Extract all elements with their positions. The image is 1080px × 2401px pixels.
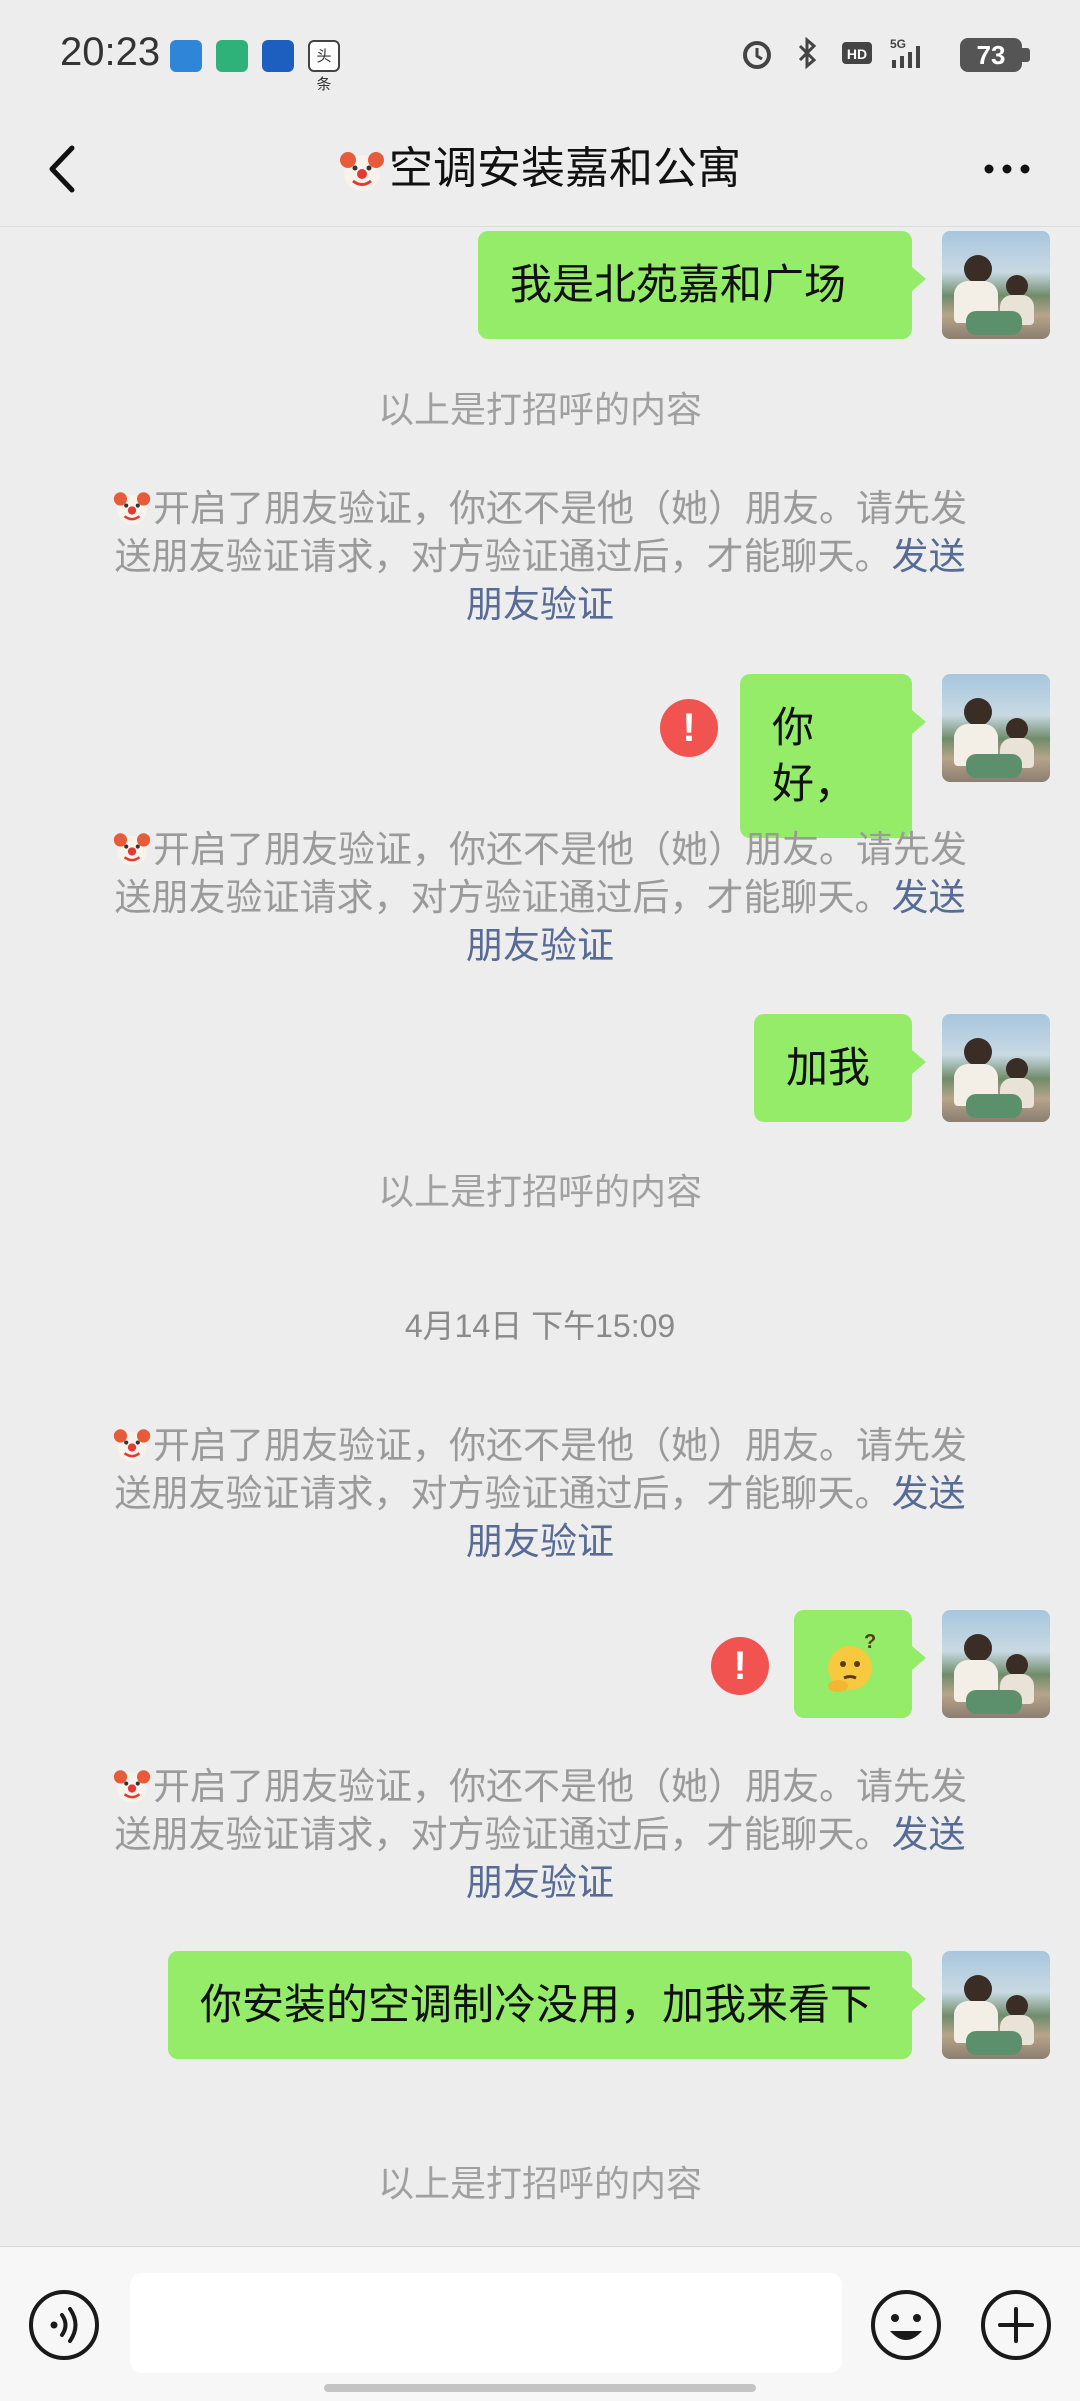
status-time: 20:23 [60,30,161,74]
svg-text:5G: 5G [890,37,906,51]
system-message-text: 开启了朋友验证，你还不是他（她）朋友。请先发送朋友验证请求，对方验证通过后，才能… [114,487,968,578]
system-message-text: 开启了朋友验证，你还不是他（她）朋友。请先发送朋友验证请求，对方验证通过后，才能… [114,1424,968,1515]
clown-face-icon [113,1770,151,1803]
alarm-icon [743,41,771,69]
clown-face-icon [113,1429,151,1462]
status-app-icons: 头条 [170,40,340,93]
chat-header: 空调安装嘉和公寓 [0,110,1080,227]
home-indicator[interactable] [324,2384,756,2392]
clown-face-icon [340,152,384,191]
message-bubble[interactable]: 我是北苑嘉和广场 [478,231,926,339]
hd-icon: HD [842,42,872,64]
system-message-text: 开启了朋友验证，你还不是他（她）朋友。请先发送朋友验证请求，对方验证通过后，才能… [114,828,968,919]
status-bar: 20:23 头条 HD 5G 73 [0,0,1080,110]
plus-icon[interactable] [978,2287,1054,2363]
greeting-note: 以上是打招呼的内容 [377,390,702,431]
send-failed-icon[interactable]: ! [711,1637,769,1695]
emoji-icon[interactable] [868,2287,944,2363]
more-dots-icon[interactable] [972,134,1042,204]
app-notification-icon [170,40,202,72]
avatar[interactable] [942,231,1050,339]
thinking-face-sticker: ? [828,1631,876,1692]
chat-messages[interactable]: 我是北苑嘉和广场 以上是打招呼的内容 开启了朋友验证，你还不是他（她）朋友。请先… [0,227,1080,2245]
toutiao-app-icon: 头条 [308,40,340,93]
message-timestamp: 4月14日 下午15:09 [404,1308,676,1344]
svg-text:HD: HD [847,46,867,62]
input-bar [0,2246,1080,2401]
battery-indicator: 73 [960,38,1022,72]
message-input[interactable] [130,2273,842,2373]
clown-face-icon [113,492,151,525]
system-message-text: 开启了朋友验证，你还不是他（她）朋友。请先发送朋友验证请求，对方验证通过后，才能… [114,1765,968,1856]
svg-text:?: ? [864,1631,876,1653]
battery-tip [1022,48,1030,62]
system-message: 开启了朋友验证，你还不是他（她）朋友。请先发送朋友验证请求，对方验证通过后，才能… [100,826,980,970]
signal-5g-icon: 5G [890,37,920,68]
system-message: 开启了朋友验证，你还不是他（她）朋友。请先发送朋友验证请求，对方验证通过后，才能… [100,1763,980,1907]
message-bubble[interactable]: 你安装的空调制冷没用，加我来看下 [168,1951,926,2059]
avatar[interactable] [942,1610,1050,1718]
sticker-bubble[interactable]: ? [794,1610,926,1718]
avatar[interactable] [942,1014,1050,1122]
send-failed-icon[interactable]: ! [660,699,718,757]
message-bubble[interactable]: 你好， [740,674,926,838]
chat-title: 空调安装嘉和公寓 [389,143,741,194]
system-message: 开启了朋友验证，你还不是他（她）朋友。请先发送朋友验证请求，对方验证通过后，才能… [100,485,980,629]
chat-title-wrap: 空调安装嘉和公寓 [0,134,1080,204]
message-bubble[interactable]: 加我 [754,1014,926,1122]
bluetooth-icon [798,36,817,70]
clown-face-icon [113,833,151,866]
greeting-note: 以上是打招呼的内容 [377,1172,702,1213]
voice-icon[interactable] [26,2287,102,2363]
app-notification-icon [216,40,248,72]
avatar[interactable] [942,674,1050,782]
avatar[interactable] [942,1951,1050,2059]
greeting-note: 以上是打招呼的内容 [377,2164,702,2205]
app-notification-icon [262,40,294,72]
system-message: 开启了朋友验证，你还不是他（她）朋友。请先发送朋友验证请求，对方验证通过后，才能… [100,1422,980,1566]
